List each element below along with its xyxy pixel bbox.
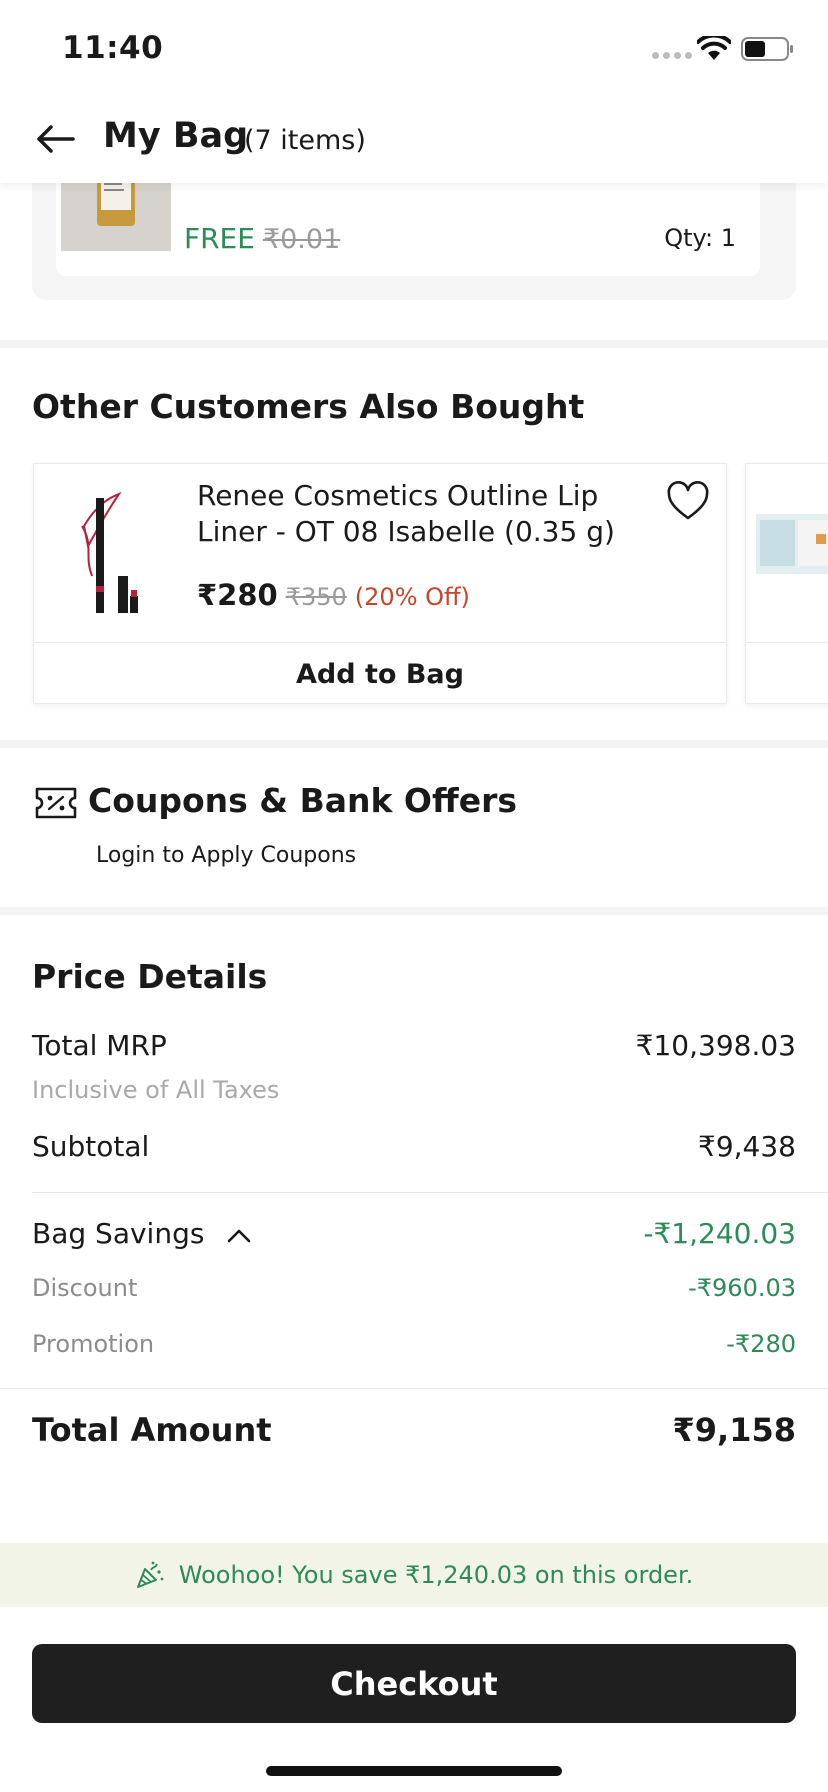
- status-time: 11:40: [62, 30, 164, 66]
- bag-item-price: FREE ₹0.01: [184, 222, 340, 255]
- bag-savings-row[interactable]: Bag Savings -₹1,240.03: [32, 1217, 796, 1250]
- back-button[interactable]: [28, 116, 82, 162]
- price-divider: [0, 1388, 828, 1389]
- checkout-button[interactable]: Checkout: [32, 1644, 796, 1723]
- recommendation-card[interactable]: Renee Cosmetics Outline Lip Liner - OT 0…: [33, 463, 727, 704]
- subtotal-label: Subtotal: [32, 1130, 150, 1163]
- savings-banner: Woohoo! You save ₹1,240.03 on this order…: [0, 1543, 828, 1607]
- party-popper-icon: [136, 1561, 164, 1588]
- bag-savings-toggle[interactable]: Bag Savings: [32, 1217, 251, 1250]
- subtotal-row: Subtotal ₹9,438: [32, 1130, 796, 1163]
- total-amount-label: Total Amount: [32, 1411, 272, 1449]
- promotion-value: -₹280: [726, 1330, 796, 1358]
- promotion-row: Promotion -₹280: [32, 1330, 796, 1358]
- original-price: ₹0.01: [262, 224, 341, 255]
- heart-icon[interactable]: [666, 480, 710, 524]
- lip-liner-image: [81, 491, 138, 613]
- recommendation-card-next[interactable]: [745, 463, 828, 704]
- chevron-up-icon: [228, 1229, 251, 1243]
- quantity-label[interactable]: Qty: 1: [664, 224, 736, 252]
- discount-value: -₹960.03: [688, 1274, 796, 1302]
- price-details-title: Price Details: [32, 957, 268, 996]
- total-mrp-row: Total MRP ₹10,398.03: [32, 1029, 796, 1062]
- discount-row: Discount -₹960.03: [32, 1274, 796, 1302]
- battery-icon: [741, 37, 793, 61]
- arrow-left-icon: [37, 125, 75, 153]
- discount-label: Discount: [32, 1274, 138, 1302]
- discount-percent: (20% Off): [354, 583, 470, 611]
- page-title: My Bag: [103, 116, 249, 156]
- total-mrp-value: ₹10,398.03: [635, 1029, 796, 1062]
- product-name[interactable]: Renee Cosmetics Outline Lip Liner - OT 0…: [197, 478, 617, 550]
- recommendations-title: Other Customers Also Bought: [32, 387, 585, 426]
- sale-price: ₹280: [197, 578, 278, 612]
- taxes-note: Inclusive of All Taxes: [32, 1076, 280, 1104]
- section-divider: [0, 907, 828, 915]
- wifi-icon: [697, 36, 731, 60]
- savings-text: Woohoo! You save ₹1,240.03 on this order…: [178, 1561, 694, 1589]
- promotion-label: Promotion: [32, 1330, 155, 1358]
- subtotal-value: ₹9,438: [698, 1130, 796, 1163]
- section-divider: [0, 340, 828, 348]
- coupon-icon: [35, 787, 77, 819]
- coupons-title[interactable]: Coupons & Bank Offers: [88, 781, 517, 820]
- total-amount-row: Total Amount ₹9,158: [32, 1411, 796, 1449]
- free-label: FREE: [184, 222, 255, 255]
- section-divider: [0, 740, 828, 748]
- price-divider: [32, 1192, 828, 1193]
- add-to-bag-button[interactable]: Add to Bag: [34, 643, 726, 705]
- status-bar: 11:40: [0, 0, 828, 100]
- home-indicator: [266, 1766, 562, 1776]
- cellular-signal-icon: [652, 52, 692, 59]
- bag-savings-value: -₹1,240.03: [643, 1217, 796, 1250]
- product-price: ₹280 ₹350 (20% Off): [197, 578, 470, 612]
- total-amount-value: ₹9,158: [672, 1411, 796, 1449]
- bag-savings-label: Bag Savings: [32, 1217, 205, 1250]
- login-to-apply-coupons-link[interactable]: Login to Apply Coupons: [96, 843, 356, 868]
- product-image-next: [746, 514, 828, 643]
- page-header: My Bag (7 items): [0, 100, 828, 183]
- item-count: (7 items): [244, 125, 366, 156]
- mrp-price: ₹350: [285, 583, 347, 611]
- total-mrp-label: Total MRP: [32, 1029, 167, 1062]
